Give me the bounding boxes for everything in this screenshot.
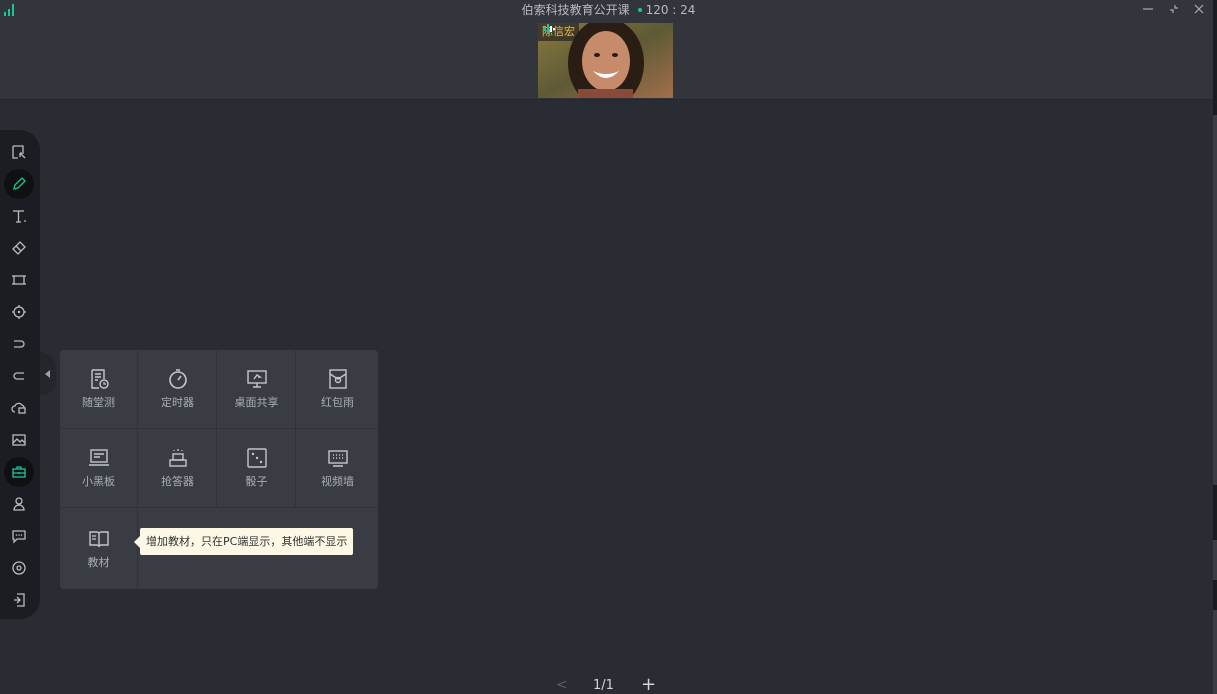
tool-screen-share[interactable]: 桌面共享: [218, 350, 296, 429]
textbook-tooltip: 增加教材，只在PC端显示，其他端不显示: [133, 528, 354, 555]
chat-icon[interactable]: [4, 521, 34, 551]
class-timer: 120 : 24: [645, 3, 696, 17]
tool-video-wall-label: 视频墙: [321, 475, 354, 488]
user-icon[interactable]: [4, 489, 34, 519]
classroom-window: 伯索科技教育公开课 120 : 24 陈信宏 随堂测 定时器 桌面共享 红包雨 …: [0, 0, 1217, 694]
top-bar: 伯索科技教育公开课 120 : 24 陈信宏: [0, 0, 1217, 100]
live-dot-icon: [637, 7, 642, 12]
scrollbar-segment: [1213, 0, 1217, 115]
cloud-drive-icon[interactable]: [4, 393, 34, 423]
class-title: 伯索科技教育公开课: [521, 3, 630, 17]
tool-red-packet-label: 红包雨: [321, 396, 354, 409]
scrollbar-segment: [1213, 485, 1217, 540]
textbook-icon: [88, 530, 109, 547]
tool-video-wall[interactable]: 视频墙: [297, 429, 378, 508]
dice-icon: [246, 448, 267, 468]
tool-quiz-label: 随堂测: [82, 396, 115, 409]
tool-quiz[interactable]: 随堂测: [60, 350, 138, 429]
participant-video[interactable]: 陈信宏: [538, 23, 673, 98]
red-packet-icon: [328, 369, 347, 389]
tool-screen-share-label: 桌面共享: [234, 396, 279, 409]
image-icon[interactable]: [4, 425, 34, 455]
quiz-icon: [90, 369, 109, 389]
collapse-panel-button[interactable]: [40, 352, 56, 396]
page-navigator: < 1/1 +: [556, 674, 666, 694]
tool-textbook[interactable]: 教材: [60, 508, 138, 589]
redo-icon[interactable]: [4, 361, 34, 391]
tool-textbook-label: 教材: [87, 555, 110, 569]
shrink-icon[interactable]: [1167, 3, 1181, 17]
timer-icon: [168, 369, 187, 389]
add-page-button[interactable]: +: [641, 674, 656, 694]
toolbox-icon[interactable]: [4, 457, 34, 487]
prev-page-button[interactable]: <: [556, 677, 568, 693]
minimize-icon[interactable]: [1141, 3, 1155, 17]
tool-timer-label: 定时器: [161, 396, 194, 409]
right-scrollbar[interactable]: [1213, 0, 1217, 694]
close-icon[interactable]: [1192, 3, 1206, 17]
left-toolbar: [0, 130, 40, 619]
undo-icon[interactable]: [4, 329, 34, 359]
tool-buzzer[interactable]: 抢答器: [139, 429, 217, 508]
tool-blackboard[interactable]: 小黑板: [60, 429, 138, 508]
mic-active-icon: [544, 24, 555, 34]
laser-pointer-icon[interactable]: [4, 297, 34, 327]
select-icon[interactable]: [4, 137, 34, 167]
tool-timer[interactable]: 定时器: [139, 350, 217, 429]
eraser-icon[interactable]: [4, 233, 34, 263]
triangle-left-icon: [45, 370, 50, 378]
exit-icon[interactable]: [4, 585, 34, 615]
class-title-bar: 伯索科技教育公开课 120 : 24: [0, 2, 1217, 20]
settings-icon[interactable]: [4, 553, 34, 583]
tool-buzzer-label: 抢答器: [161, 475, 194, 488]
screen-share-icon: [246, 370, 267, 388]
tool-dice[interactable]: 骰子: [218, 429, 296, 508]
text-icon[interactable]: [4, 201, 34, 231]
blackboard-icon: [88, 449, 109, 466]
scrollbar-segment: [1213, 580, 1217, 610]
pen-icon[interactable]: [4, 169, 34, 199]
buzzer-icon: [168, 449, 187, 467]
tool-blackboard-label: 小黑板: [82, 475, 115, 488]
tool-dice-label: 骰子: [245, 475, 268, 488]
tool-red-packet[interactable]: 红包雨: [297, 350, 378, 429]
video-wall-icon: [327, 450, 348, 467]
page-indicator: 1/1: [593, 678, 614, 693]
shape-icon[interactable]: [4, 265, 34, 295]
